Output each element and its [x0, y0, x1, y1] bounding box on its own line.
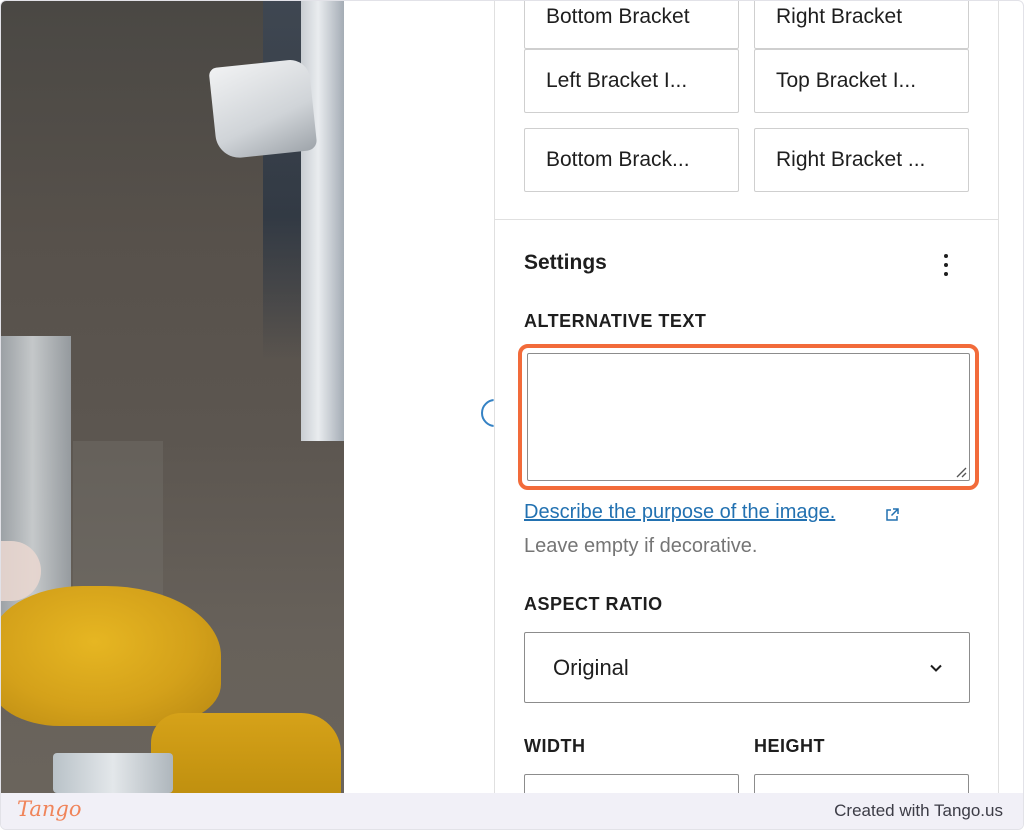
chevron-down-icon — [930, 664, 942, 672]
aspect-ratio-select[interactable]: Original — [524, 632, 970, 703]
alt-text-label: ALTERNATIVE TEXT — [524, 311, 707, 331]
aspect-ratio-label: ASPECT RATIO — [524, 594, 663, 614]
width-label: WIDTH — [524, 736, 586, 756]
screenshot-frame: Bottom Bracket Right Bracket Left Bracke… — [0, 0, 1024, 830]
photo-pole — [301, 1, 344, 441]
tango-credit[interactable]: Created with Tango.us — [834, 801, 1003, 821]
style-button-bottom-bracket-2[interactable]: Bottom Brack... — [524, 128, 739, 192]
style-button-right-bracket[interactable]: Right Bracket — [754, 1, 969, 49]
alt-text-highlight — [518, 344, 979, 490]
style-button-label: Top Bracket I... — [776, 69, 917, 92]
style-button-label: Right Bracket — [776, 5, 903, 28]
kebab-menu-icon[interactable] — [931, 247, 961, 283]
style-button-left-bracket[interactable]: Left Bracket I... — [524, 49, 739, 113]
style-button-bottom-bracket[interactable]: Bottom Bracket — [524, 1, 739, 49]
style-button-label: Bottom Bracket — [546, 5, 690, 28]
alt-text-hint: Leave empty if decorative. — [524, 535, 758, 557]
block-settings-sidebar: Bottom Bracket Right Bracket Left Bracke… — [494, 1, 999, 793]
style-button-label: Bottom Brack... — [546, 148, 690, 171]
photo-metal-base — [53, 753, 173, 793]
photo-clip — [208, 58, 318, 160]
resize-handle-icon[interactable] — [955, 466, 967, 478]
style-button-right-bracket-2[interactable]: Right Bracket ... — [754, 128, 969, 192]
style-button-label: Right Bracket ... — [776, 148, 926, 171]
photo-yellow-object — [1, 586, 221, 726]
style-button-label: Left Bracket I... — [546, 69, 688, 92]
panel-divider — [495, 219, 998, 220]
width-input[interactable] — [524, 774, 739, 793]
photo-yellow-base — [151, 713, 341, 793]
external-link-icon — [886, 508, 899, 521]
height-label: HEIGHT — [754, 736, 826, 756]
alt-text-input[interactable] — [527, 353, 970, 481]
tango-logo[interactable]: Tango — [17, 797, 82, 821]
aspect-ratio-value: Original — [553, 654, 629, 680]
style-button-top-bracket[interactable]: Top Bracket I... — [754, 49, 969, 113]
height-input[interactable] — [754, 774, 969, 793]
alt-text-help-link[interactable]: Describe the purpose of the image. — [524, 501, 835, 524]
image-preview[interactable] — [1, 1, 344, 793]
settings-panel-title: Settings — [524, 251, 607, 274]
